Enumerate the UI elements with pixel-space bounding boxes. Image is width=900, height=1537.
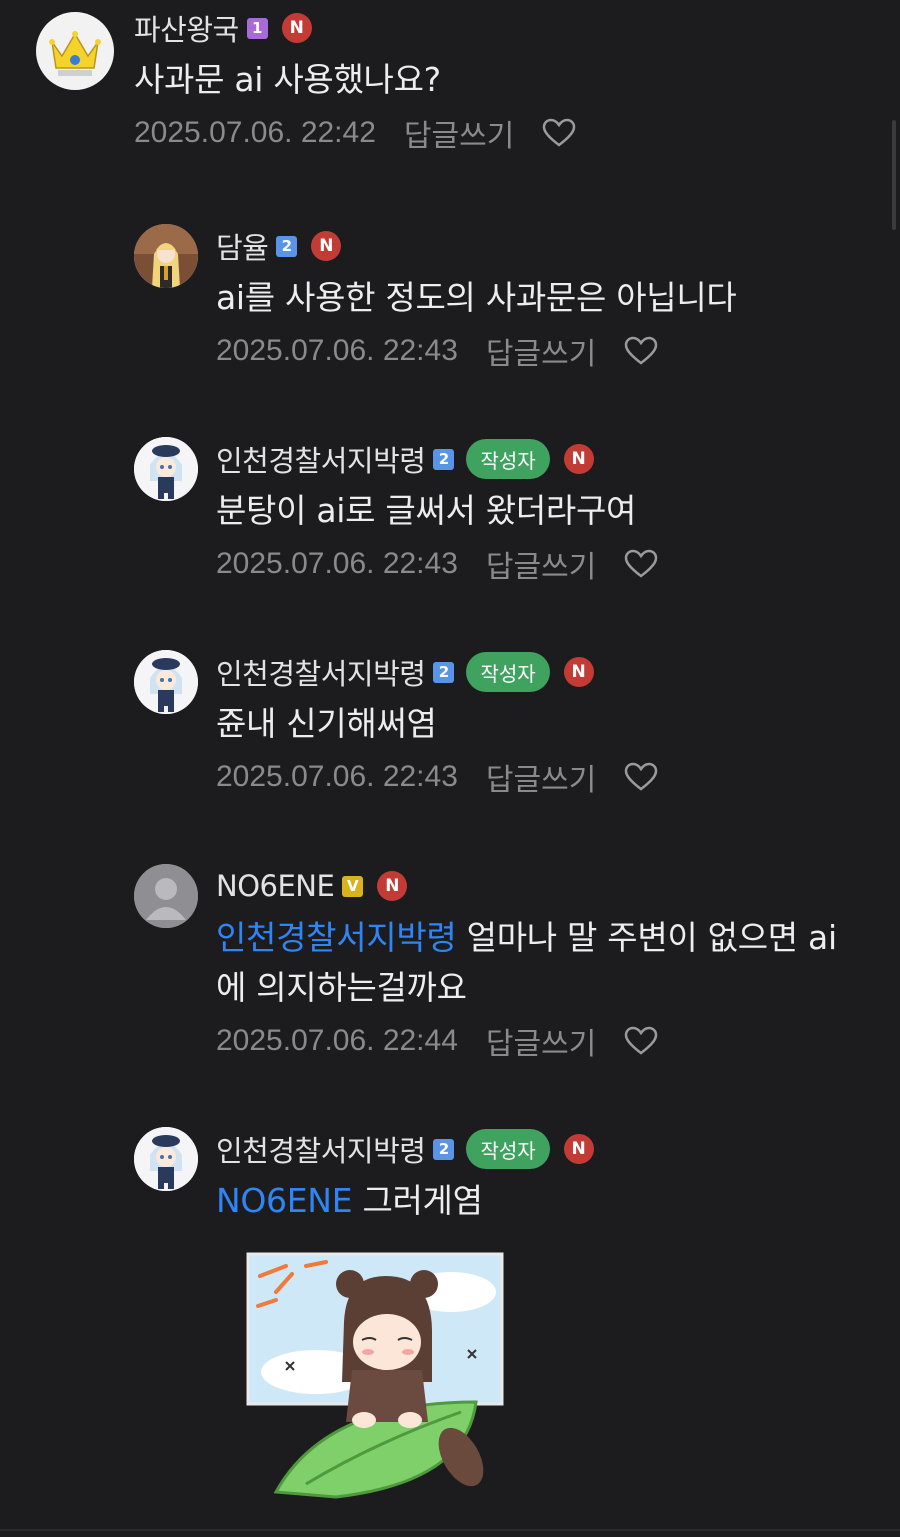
chibi-avatar[interactable] (134, 437, 198, 501)
reply-button[interactable]: 답글쓰기 (486, 755, 596, 799)
reply-button[interactable]: 답글쓰기 (486, 1019, 596, 1063)
author-badge: 작성자 (466, 652, 550, 692)
nickname[interactable]: 담율 (216, 225, 269, 267)
chibi-avatar[interactable] (134, 1127, 198, 1191)
chibi-avatar[interactable] (134, 650, 198, 714)
comment-text-line2: 에 의지하는걸까요 (216, 968, 467, 1007)
level-badge: 2 (276, 235, 298, 257)
new-badge: N (377, 871, 408, 901)
author-badge: 작성자 (466, 439, 550, 479)
comment-text: NO6ENE 그러게염 (216, 1176, 880, 1226)
comment-text: 분탕이 ai로 글써서 왔더라구여 (216, 491, 637, 530)
raccoon-girl-sticker[interactable] (246, 1252, 506, 1502)
level-badge: 2 (433, 661, 455, 683)
new-badge: N (311, 231, 342, 261)
level-badge: 2 (433, 1138, 455, 1160)
reply-button[interactable]: 답글쓰기 (404, 111, 514, 155)
mention-link[interactable]: 인천경찰서지박령 (216, 918, 457, 957)
reply-button[interactable]: 답글쓰기 (486, 542, 596, 586)
level-badge: V (342, 875, 364, 897)
nickname[interactable]: 인천경찰서지박령 (216, 1128, 426, 1170)
comment-text-line1: 얼마나 말 주변이 없으면 ai (456, 918, 837, 957)
nickname[interactable]: 인천경찰서지박령 (216, 438, 426, 480)
nickname[interactable]: NO6ENE (216, 869, 335, 903)
mention-link[interactable]: NO6ENE (216, 1181, 353, 1220)
heart-icon[interactable] (542, 118, 576, 148)
nickname[interactable]: 파산왕국 (134, 7, 239, 49)
author-badge: 작성자 (466, 1129, 550, 1169)
anime-girl-avatar[interactable] (134, 224, 198, 288)
default-user-avatar[interactable] (134, 864, 198, 928)
crown-avatar[interactable] (36, 12, 114, 90)
new-badge: N (563, 657, 594, 687)
level-badge: 1 (246, 17, 268, 39)
heart-icon[interactable] (624, 1026, 658, 1056)
heart-icon[interactable] (624, 762, 658, 792)
timestamp: 2025.07.06. 22:43 (216, 547, 458, 580)
new-badge: N (563, 444, 594, 474)
heart-icon[interactable] (624, 336, 658, 366)
timestamp: 2025.07.06. 22:42 (134, 116, 376, 149)
comment-text: ai를 사용한 정도의 사과문은 아닙니다 (216, 278, 737, 317)
divider (0, 1529, 900, 1531)
scrollbar[interactable] (892, 120, 896, 230)
nickname[interactable]: 인천경찰서지박령 (216, 651, 426, 693)
new-badge: N (563, 1134, 594, 1164)
comment-text-body: 그러게염 (352, 1181, 483, 1220)
timestamp: 2025.07.06. 22:43 (216, 334, 458, 367)
heart-icon[interactable] (624, 549, 658, 579)
level-badge: 2 (433, 448, 455, 470)
comment-text: 쥰내 신기해써염 (216, 704, 437, 743)
timestamp: 2025.07.06. 22:44 (216, 1024, 458, 1057)
comment-text: 인천경찰서지박령 얼마나 말 주변이 없으면 ai 에 의지하는걸까요 (216, 913, 880, 1013)
comment-text: 사과문 ai 사용했나요? (134, 60, 441, 99)
reply-button[interactable]: 답글쓰기 (486, 329, 596, 373)
timestamp: 2025.07.06. 22:43 (216, 760, 458, 793)
new-badge: N (281, 13, 312, 43)
